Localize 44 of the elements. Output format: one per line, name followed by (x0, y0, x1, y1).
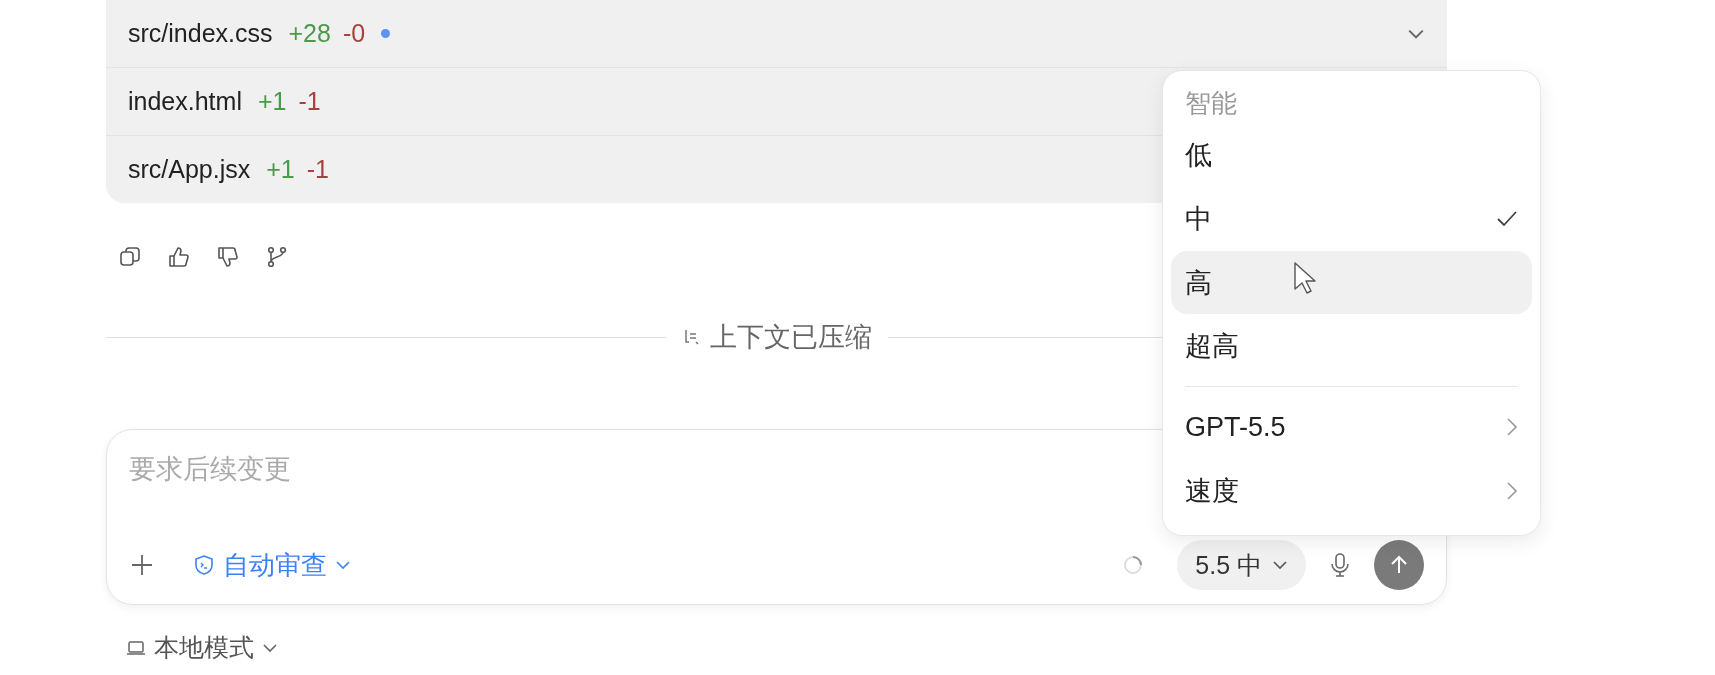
menu-item-label: 超高 (1185, 330, 1239, 364)
copy-icon[interactable] (118, 245, 142, 269)
added-count: +28 (288, 19, 331, 48)
chevron-down-icon (262, 642, 278, 653)
prompt-input[interactable]: 要求后续变更 (129, 454, 906, 485)
menu-item[interactable]: 超高 (1171, 314, 1532, 379)
submenu-item[interactable]: 速度 (1171, 459, 1532, 523)
removed-count: -1 (306, 155, 329, 184)
context-compressed-label: 上下文已压缩 (709, 321, 872, 354)
thumbs-up-icon[interactable] (167, 245, 191, 269)
file-path: index.html (128, 87, 242, 116)
chevron-right-icon (1506, 417, 1518, 438)
menu-section-label: 智能 (1184, 87, 1238, 120)
send-button[interactable] (1374, 540, 1424, 590)
file-row[interactable]: src/index.css +28 -0 (106, 0, 1447, 68)
menu-item[interactable]: 中 (1171, 186, 1532, 251)
chevron-down-icon[interactable] (1407, 27, 1425, 40)
laptop-icon (126, 639, 146, 656)
menu-item-label: 高 (1185, 266, 1212, 300)
file-path: src/App.jsx (128, 155, 251, 184)
model-selector-button[interactable]: 5.5 中 (1177, 540, 1306, 590)
local-mode-button[interactable]: 本地模式 (126, 631, 278, 664)
shield-icon (193, 554, 215, 576)
menu-item-label: GPT-5.5 (1185, 411, 1286, 443)
branch-icon[interactable] (265, 245, 289, 269)
removed-count: -0 (342, 19, 366, 48)
file-path: src/index.css (128, 19, 273, 48)
added-count: +1 (257, 87, 287, 116)
plus-icon[interactable] (129, 552, 155, 578)
chevron-right-icon (1506, 481, 1518, 502)
menu-item[interactable]: 高 (1171, 250, 1532, 315)
added-count: +1 (266, 155, 295, 184)
microphone-icon[interactable] (1328, 552, 1352, 578)
thumbs-down-icon[interactable] (216, 245, 240, 269)
removed-count: -1 (298, 87, 321, 116)
mouse-cursor-icon (1293, 260, 1317, 295)
approval-mode-button[interactable]: 自动审查 (193, 547, 351, 583)
menu-item-label: 速度 (1185, 475, 1239, 509)
submenu-item[interactable]: GPT-5.5 (1171, 395, 1532, 460)
menu-item-label: 中 (1185, 202, 1212, 236)
unsaved-dot (381, 29, 391, 38)
chevron-down-icon (335, 560, 351, 570)
menu-item-label: 低 (1185, 138, 1212, 172)
chevron-down-icon (1272, 560, 1288, 570)
